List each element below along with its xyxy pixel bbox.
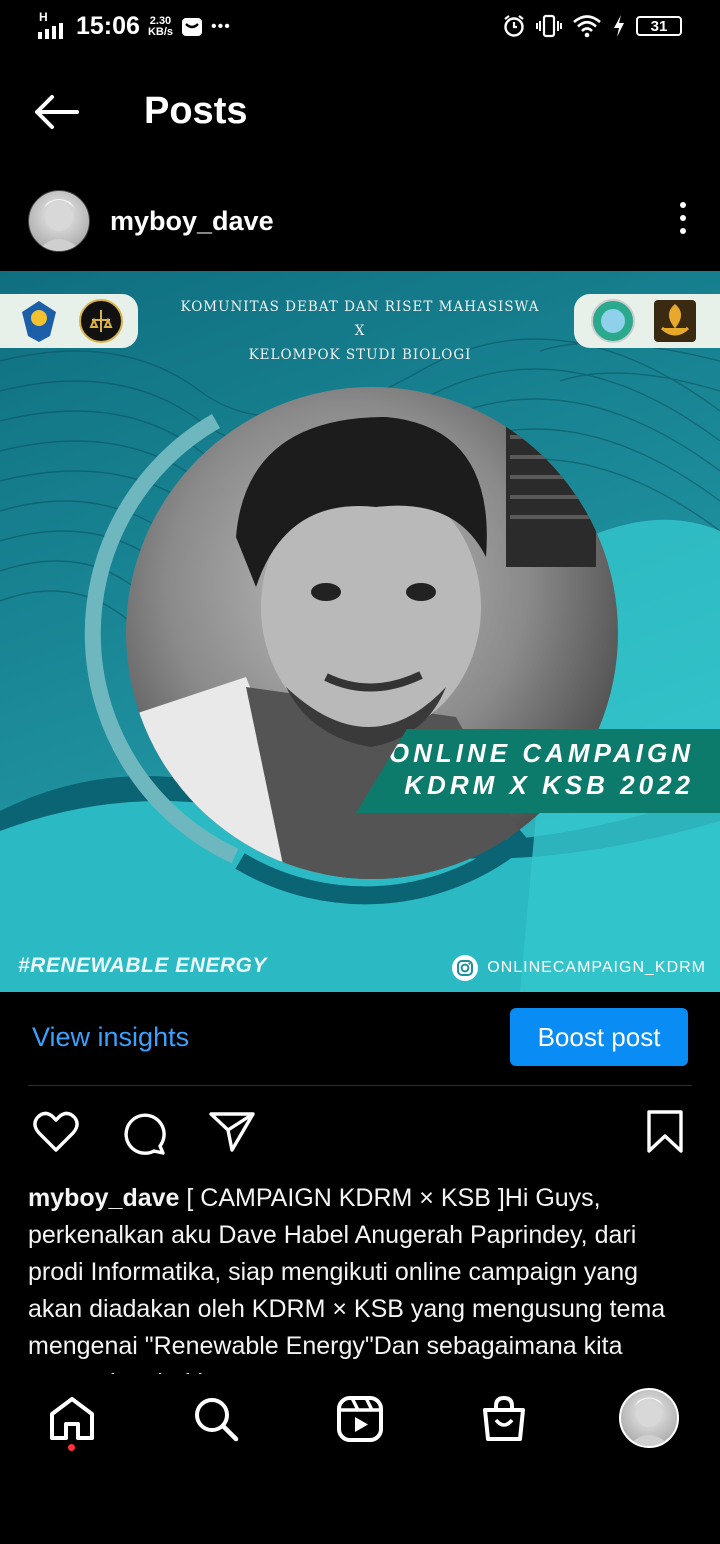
reels-icon[interactable] bbox=[335, 1394, 385, 1444]
org-line-1: KOMUNITAS DEBAT DAN RISET MAHASISWA bbox=[180, 299, 540, 315]
profile-avatar[interactable] bbox=[619, 1388, 679, 1448]
share-send-icon[interactable] bbox=[208, 1110, 256, 1154]
network-speed: 2.30 KB/s bbox=[147, 14, 174, 38]
more-notifications-icon: ••• bbox=[211, 17, 231, 35]
wifi-icon bbox=[573, 15, 601, 38]
shop-bag-icon[interactable] bbox=[479, 1394, 529, 1444]
caption-text: [ CAMPAIGN KDRM × KSB ]Hi Guys, perkenal… bbox=[28, 1184, 666, 1374]
instagram-icon bbox=[452, 955, 479, 981]
home-icon[interactable] bbox=[47, 1394, 97, 1444]
org-line-2: X bbox=[354, 323, 366, 339]
vibrate-icon bbox=[536, 14, 562, 38]
alarm-icon bbox=[504, 15, 524, 37]
logos-right bbox=[574, 294, 720, 348]
speed-value: 2.30 bbox=[149, 14, 172, 27]
clock: 15:06 bbox=[76, 12, 140, 40]
search-icon[interactable] bbox=[191, 1394, 241, 1444]
signal-icon: H bbox=[38, 10, 68, 40]
charging-icon bbox=[614, 15, 624, 37]
more-options-icon[interactable] bbox=[680, 202, 686, 234]
comment-icon[interactable] bbox=[120, 1109, 168, 1155]
logos-left bbox=[0, 294, 138, 348]
like-heart-icon[interactable] bbox=[32, 1110, 80, 1154]
faculty-logo-icon bbox=[654, 300, 696, 342]
post-header: myboy_dave bbox=[0, 186, 720, 256]
university-logo-icon bbox=[22, 301, 56, 342]
instagram-handle-text: ONLINECAMPAIGN_KDRM bbox=[487, 959, 706, 976]
campaign-line-1: ONLINE CAMPAIGN bbox=[388, 738, 694, 768]
top-bar: Posts bbox=[0, 80, 720, 146]
view-insights-link[interactable]: View insights bbox=[32, 1022, 189, 1053]
status-right: 31 bbox=[502, 14, 682, 38]
hashtag-text: #RENEWABLE ENERGY bbox=[18, 954, 267, 977]
organizer-text: KOMUNITAS DEBAT DAN RISET MAHASISWA X KE… bbox=[140, 295, 580, 367]
post-caption: myboy_dave [ CAMPAIGN KDRM × KSB ]Hi Guy… bbox=[28, 1180, 698, 1374]
insights-row: View insights Boost post bbox=[0, 1008, 720, 1068]
divider bbox=[28, 1085, 692, 1086]
battery-icon: 31 bbox=[636, 16, 682, 36]
biology-club-logo-icon bbox=[591, 299, 635, 343]
status-left: H 15:06 2.30 KB/s ••• bbox=[38, 10, 231, 41]
speed-unit: KB/s bbox=[147, 25, 174, 38]
back-arrow-icon[interactable] bbox=[32, 92, 80, 132]
avatar[interactable] bbox=[28, 190, 90, 252]
page-title: Posts bbox=[144, 90, 248, 132]
bottom-navigation bbox=[0, 1380, 720, 1460]
boost-post-button[interactable]: Boost post bbox=[510, 1008, 688, 1066]
debate-community-logo-icon bbox=[79, 299, 123, 343]
post-image[interactable]: KOMUNITAS DEBAT DAN RISET MAHASISWA X KE… bbox=[0, 271, 720, 992]
post-actions bbox=[0, 1108, 720, 1158]
campaign-banner: ONLINE CAMPAIGN KDRM X KSB 2022 bbox=[356, 729, 720, 813]
save-bookmark-icon[interactable] bbox=[646, 1110, 684, 1154]
org-line-3: KELOMPOK STUDI BIOLOGI bbox=[248, 347, 472, 363]
campaign-line-2: KDRM X KSB 2022 bbox=[404, 770, 694, 800]
message-notification-icon bbox=[182, 17, 203, 36]
instagram-handle: ONLINECAMPAIGN_KDRM bbox=[451, 954, 706, 982]
post-username[interactable]: myboy_dave bbox=[110, 206, 274, 237]
caption-username[interactable]: myboy_dave bbox=[28, 1184, 179, 1212]
status-bar: H 15:06 2.30 KB/s ••• 31 bbox=[0, 0, 720, 56]
home-notification-dot bbox=[68, 1444, 75, 1451]
